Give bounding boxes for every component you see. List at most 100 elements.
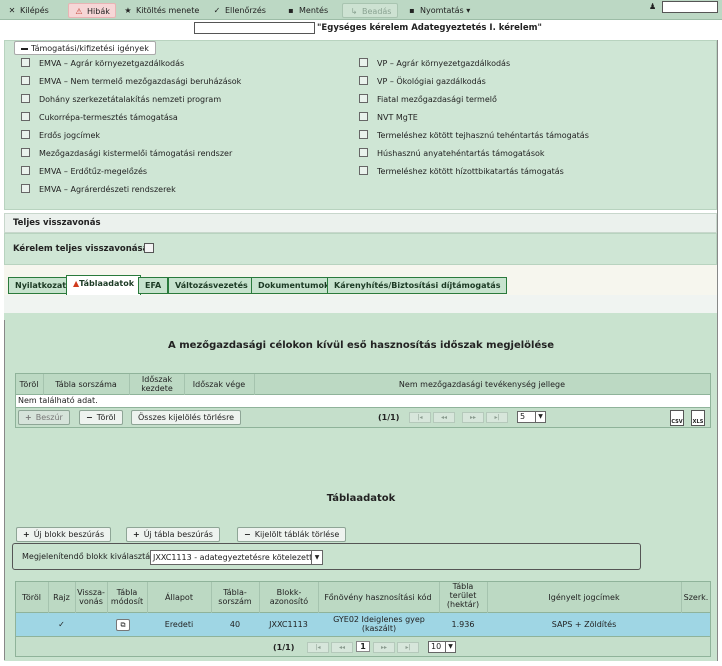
current-page[interactable]: 1 — [356, 641, 370, 652]
print-button[interactable]: ▪ Nyomtatás ▾ — [407, 3, 470, 18]
new-table-label: Új tábla beszúrás — [143, 530, 213, 539]
new-block-button[interactable]: + Új blokk beszúrás — [16, 527, 112, 542]
xls-export-icon[interactable]: XLS — [691, 410, 705, 426]
save-button[interactable]: ▪ Mentés — [286, 3, 328, 18]
claim-left-2[interactable]: Dohány szerkezetátalakítás nemzeti progr… — [21, 94, 221, 106]
checkbox[interactable] — [21, 76, 30, 85]
claim-left-4[interactable]: Erdős jogcímek — [21, 130, 100, 142]
delete-selected-label: Kijelölt táblák törlése — [254, 530, 340, 539]
csv-export-icon[interactable]: CSV — [670, 410, 684, 426]
claim-right-3[interactable]: NVT MgTE — [359, 112, 418, 124]
star-icon: ★ — [124, 6, 132, 15]
tab-valtozasvezetes[interactable]: Változásvezetés — [168, 277, 255, 294]
claim-label: Fiatal mezőgazdasági termelő — [377, 95, 497, 104]
block-select[interactable]: JXXC1113 - adategyeztetésre kötelezett ▼ — [150, 550, 323, 565]
tab-tablaadatok[interactable]: ▲Táblaadatok — [66, 275, 142, 295]
col-fonoveny[interactable]: Főnövény hasznosítási kód — [318, 593, 438, 602]
col-jogcimek[interactable]: Igényelt jogcímek — [487, 593, 681, 602]
checkbox[interactable] — [21, 166, 30, 175]
checkbox[interactable] — [359, 148, 368, 157]
col-blokk-azonosito[interactable]: Blokk-azonosító — [261, 588, 317, 606]
edit-table-icon[interactable]: ⧉ — [116, 619, 130, 631]
checkbox[interactable] — [21, 148, 30, 157]
claim-right-1[interactable]: VP – Ökológiai gazdálkodás — [359, 76, 486, 88]
checkbox[interactable] — [359, 130, 368, 139]
tab-label: Változásvezetés — [175, 281, 248, 290]
checkbox[interactable] — [21, 184, 30, 193]
claim-label: Erdős jogcímek — [39, 131, 101, 140]
claim-left-6[interactable]: EMVA – Erdőtűz-megelőzés — [21, 166, 147, 178]
claim-label: EMVA – Erdőtűz-megelőzés — [39, 167, 148, 176]
checkbox[interactable] — [359, 94, 368, 103]
claim-left-0[interactable]: EMVA – Agrár környezetgazdálkodás — [21, 58, 184, 70]
checkbox[interactable] — [359, 166, 368, 175]
checkbox[interactable] — [21, 112, 30, 121]
col-tabla-sorszam[interactable]: Tábla-sorszám — [213, 588, 257, 606]
checkbox[interactable] — [21, 58, 30, 67]
claim-label: NVT MgTE — [377, 113, 418, 122]
col-torol[interactable]: Töröl — [15, 593, 48, 602]
col-torol[interactable]: Töröl — [15, 380, 43, 389]
exit-label: Kilépés — [20, 6, 49, 15]
col-tabla-modosit[interactable]: Tábla módosít — [107, 588, 147, 606]
col-tabla-sorszama[interactable]: Tábla sorszáma — [43, 380, 129, 389]
page-size-select[interactable]: 5 ▼ — [517, 411, 546, 423]
prev-page-icon[interactable]: ◂◂ — [331, 642, 353, 653]
page-size-select[interactable]: 10 ▼ — [428, 641, 456, 653]
col-allapot[interactable]: Állapot — [147, 593, 211, 602]
submit-button[interactable]: ↳ Beadás — [342, 3, 399, 18]
chevron-down-icon: ▾ — [466, 6, 471, 15]
claim-left-7[interactable]: EMVA – Agrárerdészeti rendszerek — [21, 184, 176, 196]
withdrawal-checkbox[interactable] — [144, 243, 154, 253]
tab-karenyhites[interactable]: Kárenyhítés/Biztosítási díjtámogatás — [327, 277, 508, 294]
next-page-icon[interactable]: ▸▸ — [462, 412, 484, 423]
prev-page-icon[interactable]: ◂◂ — [433, 412, 455, 423]
insert-button[interactable]: + Beszúr — [18, 410, 70, 425]
delete-button[interactable]: − Töröl — [79, 410, 123, 425]
clear-selection-button[interactable]: Összes kijelölés törlésre — [131, 410, 242, 425]
new-table-button[interactable]: + Új tábla beszúrás — [126, 527, 220, 542]
col-visszavonas[interactable]: Vissza-vonás — [75, 588, 107, 606]
tab-dokumentumok[interactable]: Dokumentumok — [251, 277, 337, 294]
warning-icon: ⚠ — [75, 7, 83, 16]
next-page-icon[interactable]: ▸▸ — [373, 642, 395, 653]
col-idoszak-kezdete[interactable]: Időszak kezdete — [131, 375, 183, 393]
claims-collapse-toggle[interactable]: Támogatási/kifizetési igények — [14, 41, 156, 55]
withdrawal-header: Teljes visszavonás — [4, 213, 717, 233]
check-button[interactable]: ✓ Ellenőrzés — [212, 3, 266, 18]
fill-guide-button[interactable]: ★ Kitöltés menete — [123, 3, 199, 18]
checkbox[interactable] — [21, 94, 30, 103]
first-page-icon[interactable]: |◂ — [409, 412, 431, 423]
col-tevekenyseg-jellege[interactable]: Nem mezőgazdasági tevékenység jellege — [254, 380, 710, 389]
fill-guide-label: Kitöltés menete — [136, 6, 200, 15]
delete-label: Töröl — [96, 413, 116, 422]
claim-left-1[interactable]: EMVA – Nem termelő mezőgazdasági beruház… — [21, 76, 241, 88]
col-divider — [129, 374, 130, 395]
checkbox[interactable] — [359, 58, 368, 67]
delete-selected-button[interactable]: − Kijelölt táblák törlése — [237, 527, 347, 542]
claim-right-2[interactable]: Fiatal mezőgazdasági termelő — [359, 94, 497, 106]
plus-icon: + — [25, 413, 32, 422]
claim-right-5[interactable]: Húshasznú anyatehéntartás támogatások — [359, 148, 545, 160]
col-rajz[interactable]: Rajz — [48, 593, 75, 602]
claim-left-3[interactable]: Cukorrépa-termesztés támogatása — [21, 112, 178, 124]
col-idoszak-vege[interactable]: Időszak vége — [184, 380, 254, 389]
claim-right-4[interactable]: Termeléshez kötött tejhasznú tehéntartás… — [359, 130, 589, 142]
col-szerk[interactable]: Szerk. — [681, 593, 711, 602]
first-page-icon[interactable]: |◂ — [307, 642, 329, 653]
last-page-icon[interactable]: ▸| — [486, 412, 508, 423]
claim-right-6[interactable]: Termeléshez kötött hízottbikatartás támo… — [359, 166, 564, 178]
claim-right-0[interactable]: VP – Agrár környezetgazdálkodás — [359, 58, 510, 70]
checkbox[interactable] — [359, 112, 368, 121]
claim-left-5[interactable]: Mezőgazdasági kistermelői támogatási ren… — [21, 148, 232, 160]
empty-row-text: Nem található adat. — [15, 395, 711, 407]
errors-button[interactable]: ⚠ Hibák — [68, 3, 116, 18]
col-terulet[interactable]: Tábla terület (hektár) — [441, 582, 485, 609]
tab-efa[interactable]: EFA — [138, 277, 169, 294]
page-info: (1/1) — [273, 643, 295, 652]
tab-nyilatkozat[interactable]: Nyilatkozat — [8, 277, 74, 294]
exit-button[interactable]: ✕ Kilépés — [7, 3, 49, 18]
checkbox[interactable] — [21, 130, 30, 139]
checkbox[interactable] — [359, 76, 368, 85]
last-page-icon[interactable]: ▸| — [397, 642, 419, 653]
